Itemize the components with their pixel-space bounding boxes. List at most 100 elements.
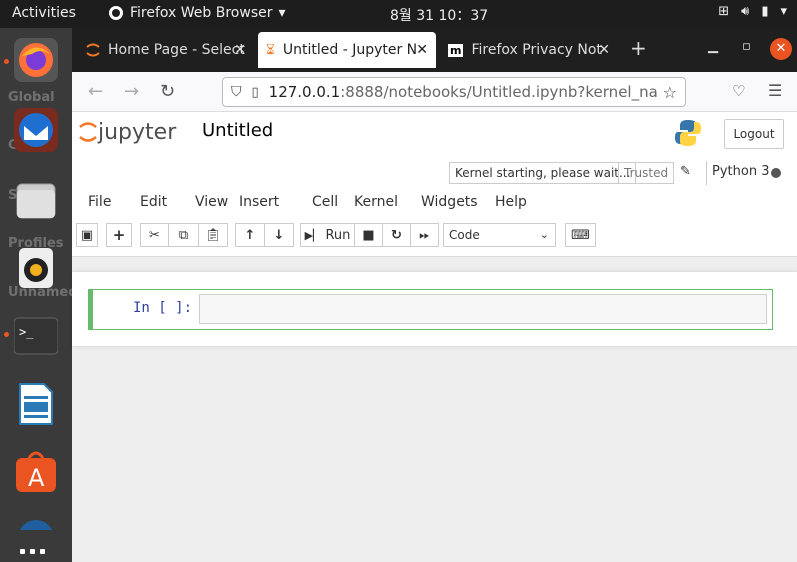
app-menu[interactable]: Firefox Web Browser ▾ xyxy=(108,5,286,21)
restart-icon: ↻ xyxy=(391,227,402,243)
firefox-window: Home Page - Select ✕ ⏳︎ Untitled - Jupyt… xyxy=(72,28,797,562)
page-info-icon: ▯ xyxy=(251,84,259,100)
dock-thunderbird[interactable] xyxy=(14,108,58,152)
firefox-icon xyxy=(109,6,123,20)
url-bar[interactable]: ⛉ ▯ 127.0.0.1 :8888/notebooks/Untitled.i… xyxy=(222,77,686,107)
hourglass-icon: ⏳︎ xyxy=(266,42,275,58)
trusted-badge[interactable]: Trusted xyxy=(618,162,675,184)
tab-title: Home Page - Select xyxy=(108,42,245,58)
firefox-icon xyxy=(19,43,53,77)
jupyter-header: jupyter Untitled Logout xyxy=(72,112,797,157)
pocket-icon[interactable]: ♡ xyxy=(732,82,745,100)
show-apps-button[interactable] xyxy=(20,549,45,554)
menu-cell[interactable]: Cell xyxy=(312,194,354,210)
thunderbird-icon xyxy=(19,113,53,147)
menu-insert[interactable]: Insert xyxy=(239,194,312,210)
reload-button[interactable]: ↻ xyxy=(160,81,175,102)
close-tab-icon[interactable]: ✕ xyxy=(416,42,428,58)
menu-file[interactable]: File xyxy=(88,194,140,210)
back-button[interactable]: ← xyxy=(88,81,103,102)
menu-help[interactable]: Help xyxy=(495,194,527,210)
tab-home-page[interactable]: Home Page - Select ✕ xyxy=(76,32,254,68)
forward-button[interactable]: → xyxy=(124,81,139,102)
interrupt-button[interactable]: ■ xyxy=(354,223,383,247)
copy-icon: ⧉ xyxy=(178,227,189,243)
jupyter-menubar: Kernel starting, please wait... Trusted … xyxy=(72,157,797,257)
cell-type-value: Code xyxy=(449,228,480,242)
minimize-button[interactable]: ▁ xyxy=(708,39,718,54)
dock-rhythmbox[interactable] xyxy=(14,246,58,290)
cell-type-select[interactable]: Code ⌄ xyxy=(443,223,556,247)
dock-firefox[interactable] xyxy=(14,38,58,82)
close-tab-icon[interactable]: ✕ xyxy=(234,42,246,58)
code-input-area[interactable] xyxy=(199,294,767,324)
system-tray[interactable]: ⊞ 🔊︎ ▮ ▾ xyxy=(718,4,787,19)
save-button[interactable]: ▣ xyxy=(76,223,98,247)
shopping-bag-icon: A xyxy=(16,451,56,492)
activities-button[interactable]: Activities xyxy=(12,5,76,21)
kernel-busy-indicator xyxy=(771,168,781,178)
jupyter-logo[interactable]: jupyter xyxy=(78,118,176,146)
run-label: Run xyxy=(325,227,351,243)
dock-terminal[interactable]: >_ xyxy=(13,314,59,358)
grid-icon xyxy=(40,549,45,554)
grid-icon xyxy=(30,549,35,554)
menu-kernel[interactable]: Kernel xyxy=(354,194,421,210)
dock-software[interactable]: A xyxy=(14,450,58,494)
dock-help[interactable] xyxy=(14,516,58,530)
window-close-button[interactable]: ✕ xyxy=(770,38,792,60)
volume-icon: 🔊︎ xyxy=(741,4,750,19)
network-icon: ⊞ xyxy=(718,4,730,19)
step-forward-icon: ▶▏ xyxy=(304,228,322,242)
dock: Global Conta S ts Profiles Unnamed >_ xyxy=(0,28,78,562)
tab-untitled-jupyter[interactable]: ⏳︎ Untitled - Jupyter N ✕ xyxy=(258,32,436,68)
terminal-icon: >_ xyxy=(13,317,59,355)
menu-edit[interactable]: Edit xyxy=(140,194,195,210)
kernel-status-indicator: Kernel starting, please wait... xyxy=(449,162,637,184)
shield-icon: ⛉ xyxy=(231,84,242,100)
jupyter-logo-text: jupyter xyxy=(98,119,177,145)
menu-view[interactable]: View xyxy=(195,194,239,210)
paste-button[interactable]: 📋︎ xyxy=(198,223,228,247)
save-icon: ▣ xyxy=(80,227,94,243)
code-cell[interactable]: In [ ]: xyxy=(88,289,773,330)
speaker-icon xyxy=(19,248,53,288)
kernel-name: Python 3 xyxy=(706,161,769,185)
command-palette-button[interactable]: ⌨ xyxy=(565,223,596,247)
move-down-button[interactable]: ↓ xyxy=(264,223,294,247)
insert-cell-button[interactable]: + xyxy=(106,223,132,247)
ghost-label: Global xyxy=(8,90,55,105)
run-button[interactable]: ▶▏ Run xyxy=(300,223,355,247)
bookmark-star-icon[interactable]: ☆ xyxy=(658,82,677,102)
keyboard-icon: ⌨ xyxy=(571,227,590,243)
menu-widgets[interactable]: Widgets xyxy=(421,194,495,210)
python-icon xyxy=(675,120,701,146)
move-up-button[interactable]: ↑ xyxy=(235,223,265,247)
fast-forward-icon: ⏩︎ xyxy=(419,227,430,243)
maximize-button[interactable]: ▫ xyxy=(742,39,751,54)
help-icon xyxy=(19,520,53,530)
running-indicator xyxy=(4,332,9,337)
notebook-title[interactable]: Untitled xyxy=(202,120,273,141)
tab-bar: Home Page - Select ✕ ⏳︎ Untitled - Jupyt… xyxy=(72,28,797,72)
arrow-down-icon: ↓ xyxy=(273,227,285,243)
tab-firefox-privacy[interactable]: m Firefox Privacy Not ✕ xyxy=(440,32,618,68)
hamburger-menu-icon[interactable]: ☰ xyxy=(768,81,782,100)
clock[interactable]: 8월 31 10：37 xyxy=(390,5,488,25)
close-tab-icon[interactable]: ✕ xyxy=(598,42,610,58)
folder-icon xyxy=(16,183,56,219)
document-icon xyxy=(19,383,53,425)
logout-button[interactable]: Logout xyxy=(724,119,784,149)
dock-writer[interactable] xyxy=(14,382,58,426)
restart-run-all-button[interactable]: ⏩︎ xyxy=(410,223,439,247)
copy-button[interactable]: ⧉ xyxy=(168,223,199,247)
jupyter-page: jupyter Untitled Logout Kernel starting,… xyxy=(72,112,797,562)
cut-button[interactable]: ✂ xyxy=(140,223,169,247)
navigation-bar: ← → ↻ ⛉ ▯ 127.0.0.1 :8888/notebooks/Unti… xyxy=(72,72,797,112)
new-tab-button[interactable]: + xyxy=(630,36,647,60)
restart-button[interactable]: ↻ xyxy=(382,223,411,247)
notebook-container: In [ ]: xyxy=(72,272,797,346)
chevron-down-icon: ▾ xyxy=(780,4,787,19)
url-host: 127.0.0.1 xyxy=(268,83,341,101)
dock-files[interactable] xyxy=(14,178,58,222)
